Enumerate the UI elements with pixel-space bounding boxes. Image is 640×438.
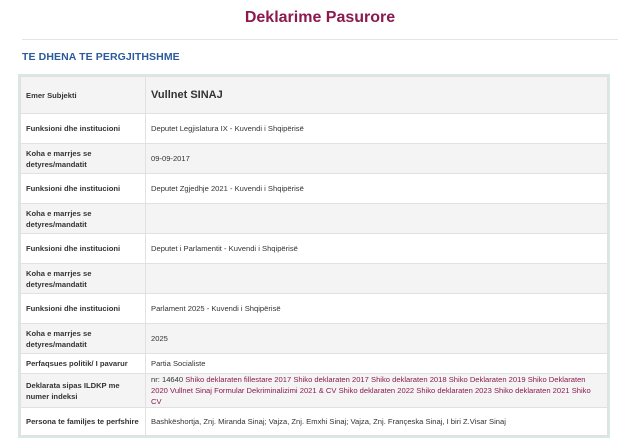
- table-row: Funksioni dhe institucioni Deputet Legji…: [20, 113, 608, 144]
- table-row: Funksioni dhe institucioni Deputet Zgjed…: [20, 173, 608, 204]
- decriminalization-form-2021-link[interactable]: Vullnet Sinaj Formular Dekriminalizimi 2…: [170, 386, 336, 395]
- declaration-link-2021[interactable]: Shiko deklaraten 2021: [494, 386, 570, 395]
- table-row: Emer Subjekti Vullnet SINAJ: [20, 76, 608, 114]
- row-value: Deputet i Parlamentit - Kuvendi i Shqipë…: [145, 233, 608, 264]
- row-value: 09-09-2017: [145, 143, 608, 174]
- declaration-link-2022[interactable]: Shiko deklaraten 2022: [339, 386, 415, 395]
- table-row: Koha e marrjes se detyres/mandatit 2025: [20, 323, 608, 354]
- table-row: Koha e marrjes se detyres/mandatit: [20, 203, 608, 234]
- table-row: Funksioni dhe institucioni Parlament 202…: [20, 293, 608, 324]
- declaration-link-2023[interactable]: Shiko deklaraten 2023: [416, 386, 492, 395]
- row-label: Perfaqsues politik/ I pavarur: [20, 353, 146, 374]
- row-value: [145, 263, 608, 294]
- row-value: Deputet Zgjedhje 2021 - Kuvendi i Shqipë…: [145, 173, 608, 204]
- declaration-link-2017[interactable]: Shiko deklaraten 2017: [293, 375, 369, 384]
- row-value: Deputet Legjislatura IX - Kuvendi i Shqi…: [145, 113, 608, 144]
- row-label: Koha e marrjes se detyres/mandatit: [20, 323, 146, 354]
- family-members-value: Bashkëshortja, Znj. Miranda Sinaj; Vajza…: [145, 407, 608, 436]
- table-row: Perfaqsues politik/ I pavarur Partia Soc…: [20, 353, 608, 374]
- row-label: Persona te familjes te perfshire: [20, 407, 146, 436]
- declaration-link-initial-2017[interactable]: Shiko deklaraten fillestare 2017: [185, 375, 291, 384]
- declaration-link-2019[interactable]: Shiko Deklaraten 2019: [449, 375, 526, 384]
- table-row: Koha e marrjes se detyres/mandatit 09-09…: [20, 143, 608, 174]
- header-divider: [22, 39, 618, 40]
- row-label: Koha e marrjes se detyres/mandatit: [20, 143, 146, 174]
- row-label: Funksioni dhe institucioni: [20, 293, 146, 324]
- row-label: Koha e marrjes se detyres/mandatit: [20, 203, 146, 234]
- party-value: Partia Socialiste: [145, 353, 608, 374]
- table-row: Deklarata sipas ILDKP me numer indeksi n…: [20, 373, 608, 408]
- table-row: Funksioni dhe institucioni Deputet i Par…: [20, 233, 608, 264]
- row-value: [145, 203, 608, 234]
- index-number: nr: 14640: [151, 375, 184, 384]
- general-data-table: Emer Subjekti Vullnet SINAJ Funksioni dh…: [18, 74, 610, 438]
- table-row: Persona te familjes te perfshire Bashkës…: [20, 407, 608, 436]
- row-label: Deklarata sipas ILDKP me numer indeksi: [20, 373, 146, 408]
- page-title: Deklarime Pasurore: [244, 9, 396, 26]
- row-value: Parlament 2025 - Kuvendi i Shqipërisë: [145, 293, 608, 324]
- declaration-link-2018[interactable]: Shiko deklaraten 2018: [371, 375, 447, 384]
- table-row: Koha e marrjes se detyres/mandatit: [20, 263, 608, 294]
- row-label: Emer Subjekti: [20, 76, 146, 114]
- section-title: TE DHENA TE PERGJITHSHME: [22, 51, 180, 63]
- row-label: Funksioni dhe institucioni: [20, 113, 146, 144]
- row-label: Funksioni dhe institucioni: [20, 233, 146, 264]
- row-label: Funksioni dhe institucioni: [20, 173, 146, 204]
- subject-name: Vullnet SINAJ: [145, 76, 608, 114]
- row-value: 2025: [145, 323, 608, 354]
- declaration-links-cell: nr: 14640 Shiko deklaraten fillestare 20…: [145, 373, 608, 408]
- row-label: Koha e marrjes se detyres/mandatit: [20, 263, 146, 294]
